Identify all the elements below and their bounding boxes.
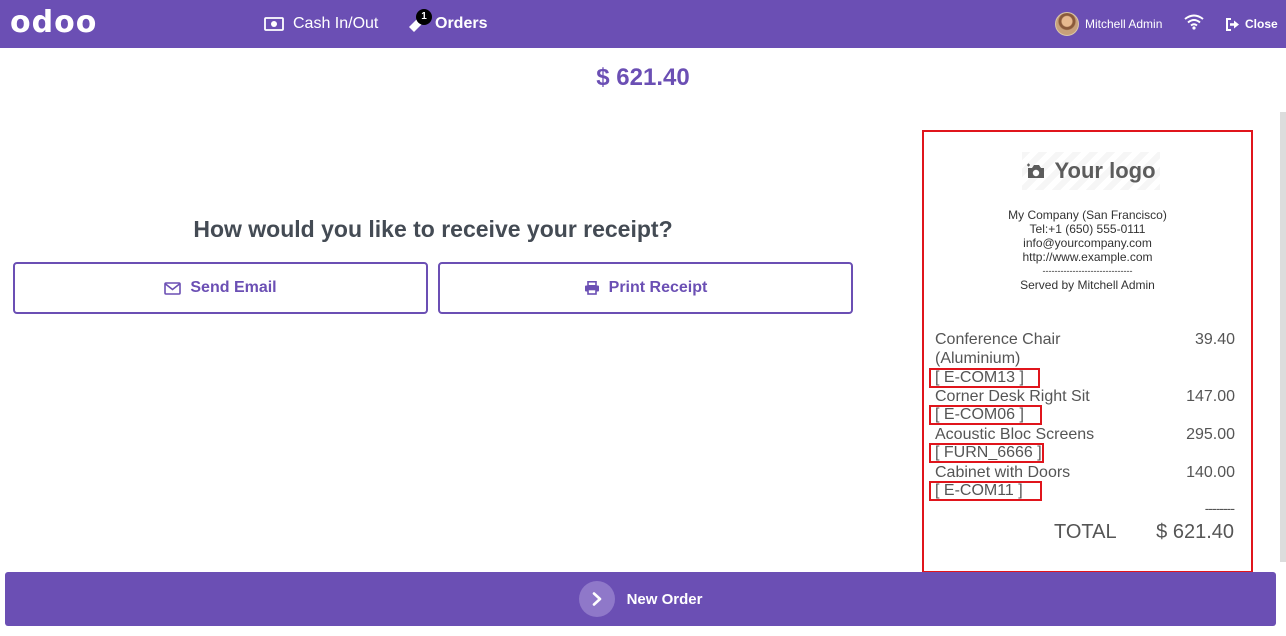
line-product-name: Corner Desk Right Sit: [935, 388, 1090, 405]
close-label: Close: [1245, 17, 1278, 31]
line-product-name: Acoustic Bloc Screens: [935, 426, 1095, 443]
line-product-code: [ E-COM06 ]: [929, 405, 1042, 425]
cash-in-out-label: Cash In/Out: [293, 15, 379, 32]
company-logo: Your logo: [1022, 152, 1160, 190]
line-price: 140.00: [1186, 464, 1235, 481]
orders-button[interactable]: 1 Orders: [406, 0, 487, 48]
new-order-button[interactable]: New Order: [5, 572, 1276, 626]
envelope-icon: [164, 281, 182, 295]
line-price: 295.00: [1186, 426, 1235, 443]
print-receipt-label: Print Receipt: [608, 279, 708, 296]
cash-in-out-button[interactable]: Cash In/Out: [264, 0, 378, 48]
sign-out-icon: [1226, 17, 1239, 31]
receipt-preview: Your logo My Company (San Francisco) Tel…: [922, 130, 1253, 573]
odoo-logo: odoo: [10, 5, 98, 40]
company-phone: Tel:+1 (650) 555-0111: [1029, 222, 1146, 236]
send-email-label: Send Email: [190, 279, 277, 296]
new-order-label: New Order: [626, 590, 703, 608]
company-info: My Company (San Francisco) Tel:+1 (650) …: [924, 208, 1251, 292]
line-product-name: Cabinet with Doors: [935, 464, 1071, 481]
total-label: TOTAL: [1054, 521, 1117, 543]
user-menu[interactable]: Mitchell Admin: [1055, 0, 1162, 48]
total-separator: --------: [1204, 500, 1235, 516]
camera-icon: [1027, 163, 1045, 178]
logo-text: Your logo: [1054, 158, 1156, 183]
line-product-name: Conference Chair (Aluminium): [935, 331, 1061, 367]
avatar: [1055, 12, 1079, 36]
chevron-right-icon: [578, 581, 615, 617]
money-icon: [264, 17, 284, 31]
line-product-code: [ FURN_6666 ]: [929, 443, 1044, 463]
order-total: $ 621.40: [596, 64, 690, 91]
printer-icon: [584, 281, 599, 295]
receipt-question: How would you like to receive your recei…: [193, 216, 673, 242]
served-by: Served by Mitchell Admin: [1020, 278, 1155, 292]
company-email: info@yourcompany.com: [1023, 236, 1152, 250]
orders-count-badge: 1: [416, 9, 432, 25]
separator: ------------------------------: [1042, 266, 1133, 276]
close-button[interactable]: Close: [1225, 0, 1278, 48]
receipt-scrollbar[interactable]: [1280, 112, 1286, 562]
line-product-code: [ E-COM13 ]: [929, 368, 1040, 388]
line-price: 147.00: [1186, 388, 1235, 405]
line-price: 39.40: [1194, 331, 1235, 348]
company-name: My Company (San Francisco): [1008, 208, 1167, 222]
wifi-icon: [1184, 14, 1204, 30]
line-product-code: [ E-COM11 ]: [929, 481, 1042, 501]
company-website: http://www.example.com: [1022, 250, 1153, 264]
orders-label: Orders: [435, 15, 488, 32]
send-email-button[interactable]: Send Email: [13, 262, 428, 314]
total-value: $ 621.40: [1156, 521, 1234, 543]
user-name: Mitchell Admin: [1085, 17, 1163, 31]
top-bar: odoo Cash In/Out 1 Orders Mitchell Admin…: [0, 0, 1286, 48]
print-receipt-button[interactable]: Print Receipt: [438, 262, 853, 314]
